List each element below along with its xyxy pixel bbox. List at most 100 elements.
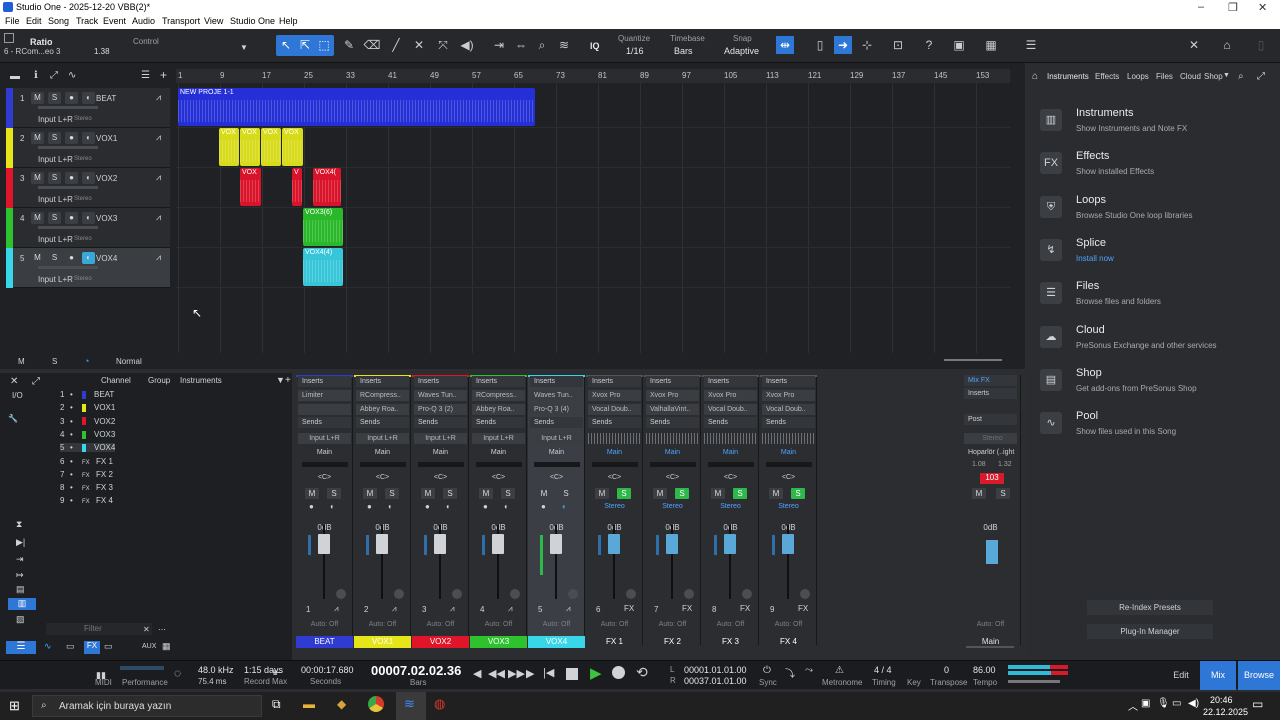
track-lane[interactable]: [176, 208, 1010, 248]
mixer-tool-2-icon[interactable]: ▶|: [16, 537, 25, 548]
visible-dot-icon[interactable]: •: [70, 496, 82, 505]
eraser-tool-icon[interactable]: ⌫: [363, 36, 381, 54]
track-volume-slider[interactable]: [38, 226, 98, 229]
volume-icon[interactable]: ◀): [1188, 698, 1199, 709]
track-menu-icon[interactable]: ☰: [141, 70, 150, 81]
record-arm-icon[interactable]: ●: [65, 172, 78, 184]
strip-input[interactable]: [762, 433, 815, 444]
track-header[interactable]: 5 M S ● ◐ VOX4 ⩘ Input L+R Stereo: [6, 248, 170, 288]
monitor-icon[interactable]: ◔: [84, 356, 89, 366]
waveform-icon[interactable]: ⩘: [156, 212, 161, 223]
bend-tool-icon[interactable]: ⤧: [434, 36, 452, 54]
track-name[interactable]: BEAT: [96, 94, 116, 103]
fader-group-icon[interactable]: [336, 589, 346, 599]
fader-group-icon[interactable]: [394, 589, 404, 599]
menu-edit[interactable]: Edit: [26, 16, 42, 26]
other-app-icon[interactable]: ◍: [434, 696, 445, 712]
fx-icon[interactable]: FX: [624, 604, 634, 613]
loop-end[interactable]: 00037.01.01.00: [684, 676, 747, 686]
zoom-slider[interactable]: [944, 359, 1002, 361]
track-name[interactable]: VOX3: [96, 214, 117, 223]
strip-sends-label[interactable]: Sends: [472, 417, 525, 428]
browser-item-splice[interactable]: ↯ Splice Install now: [1040, 237, 1270, 277]
filter-clear-icon[interactable]: ✕: [143, 625, 150, 634]
strip-solo-button[interactable]: S: [617, 488, 631, 499]
visible-dot-icon[interactable]: •: [70, 443, 82, 452]
record-arm-icon[interactable]: ●: [65, 212, 78, 224]
strip-mute-button[interactable]: M: [711, 488, 725, 499]
track-input[interactable]: Input L+R: [38, 115, 73, 124]
track-solo-button[interactable]: S: [48, 92, 61, 104]
track-solo-button[interactable]: S: [48, 212, 61, 224]
studio-one-taskbar-icon[interactable]: ≋: [396, 692, 426, 720]
chrome-icon[interactable]: [368, 696, 384, 712]
mute-tool-icon[interactable]: ✕: [410, 36, 428, 54]
footer-m[interactable]: M: [18, 357, 25, 366]
track-lane[interactable]: [176, 248, 1010, 288]
waveform-icon[interactable]: ⩘: [334, 604, 339, 614]
edit-view-button[interactable]: Edit: [1162, 661, 1200, 690]
channel-list-row[interactable]: 8 • FX FX 3: [60, 483, 113, 492]
strip-stereo[interactable]: Stereo: [646, 501, 699, 512]
tray-app-icon[interactable]: ▣: [1141, 698, 1150, 709]
strip-input[interactable]: Input L+R: [414, 433, 467, 444]
strip-output[interactable]: Main: [414, 447, 467, 458]
mixer-tool-5-icon[interactable]: ▤: [16, 584, 25, 595]
tray-chevron-icon[interactable]: ︿: [1128, 698, 1138, 713]
insert-slot-1[interactable]: RCompress..: [472, 390, 525, 401]
audio-filter-icon[interactable]: ∿: [44, 641, 60, 654]
visible-dot-icon[interactable]: •: [70, 417, 82, 426]
strip-pan-value[interactable]: <C>: [298, 472, 351, 483]
strip-input[interactable]: [704, 433, 757, 444]
forward-end-icon[interactable]: ▶: [526, 667, 534, 680]
strip-pan-slider[interactable]: [302, 462, 348, 467]
plugin-manager-button[interactable]: Plug-In Manager: [1087, 624, 1213, 639]
menu-transport[interactable]: Transport: [162, 16, 200, 26]
insert-slot-2[interactable]: Vocal Doub..: [704, 404, 757, 415]
strip-output[interactable]: Main: [298, 447, 351, 458]
home-icon[interactable]: ⌂: [1218, 36, 1236, 54]
loop-start[interactable]: 00001.01.01.00: [684, 665, 747, 675]
menu-studio-one[interactable]: Studio One: [230, 16, 275, 26]
panel-icon[interactable]: ☰: [1022, 36, 1040, 54]
fader-group-icon[interactable]: [626, 589, 636, 599]
main-peak-indicator[interactable]: 103: [980, 473, 1004, 484]
control-dropdown-icon[interactable]: ▼: [240, 43, 248, 52]
insert-slot-1[interactable]: Xvox Pro: [704, 390, 757, 401]
clip-beat[interactable]: NEW PROJE 1-1: [178, 88, 535, 126]
clip-vox4[interactable]: VOX4(4): [303, 248, 343, 286]
bus-filter-icon[interactable]: ▭: [66, 641, 75, 652]
main-mute-button[interactable]: M: [972, 488, 986, 499]
list-view-icon[interactable]: ☰: [6, 641, 36, 654]
mixer-tool-7-icon[interactable]: ▧: [16, 614, 25, 625]
strip-output[interactable]: Main: [588, 447, 641, 458]
strip-automation[interactable]: Auto: Off: [586, 621, 643, 628]
monitor-icon[interactable]: ◐: [446, 502, 451, 511]
microphone-icon[interactable]: 🎙: [1157, 698, 1170, 709]
play-icon[interactable]: ▶: [590, 664, 602, 682]
visible-dot-icon[interactable]: •: [70, 390, 82, 399]
track-mute-button[interactable]: M: [31, 132, 44, 144]
strip-stereo[interactable]: Stereo: [704, 501, 757, 512]
task-view-icon[interactable]: ⧉: [272, 697, 281, 712]
insert-slot-2[interactable]: Abbey Roa..: [356, 404, 409, 415]
volume-fader[interactable]: [492, 534, 504, 554]
volume-fader[interactable]: [666, 534, 678, 554]
browser-item-pool[interactable]: ∿ Pool Show files used in this Song: [1040, 410, 1270, 450]
channel-list-row[interactable]: 4 • VOX3: [60, 430, 115, 439]
waveform-icon[interactable]: ⩘: [156, 252, 161, 263]
precount-icon[interactable]: ⤳: [805, 665, 813, 676]
clock-time[interactable]: 20:46: [1210, 695, 1233, 705]
track-input[interactable]: Input L+R: [38, 195, 73, 204]
strip-output[interactable]: Main: [762, 447, 815, 458]
strip-automation[interactable]: Auto: Off: [412, 621, 469, 628]
strip-inserts-label[interactable]: Inserts: [414, 376, 467, 387]
mixer-scroll[interactable]: [966, 646, 1014, 648]
seconds-display[interactable]: 00:00:17.680: [301, 665, 354, 675]
insert-slot-1[interactable]: Xvox Pro: [762, 390, 815, 401]
clip-vox2-c[interactable]: VOX4(: [313, 168, 341, 206]
tempo-value[interactable]: 86.00: [973, 665, 996, 675]
fader-group-icon[interactable]: [510, 589, 520, 599]
expand-panel-icon[interactable]: ⤢: [32, 376, 40, 387]
select-tool-icon[interactable]: ⇱: [296, 36, 314, 54]
